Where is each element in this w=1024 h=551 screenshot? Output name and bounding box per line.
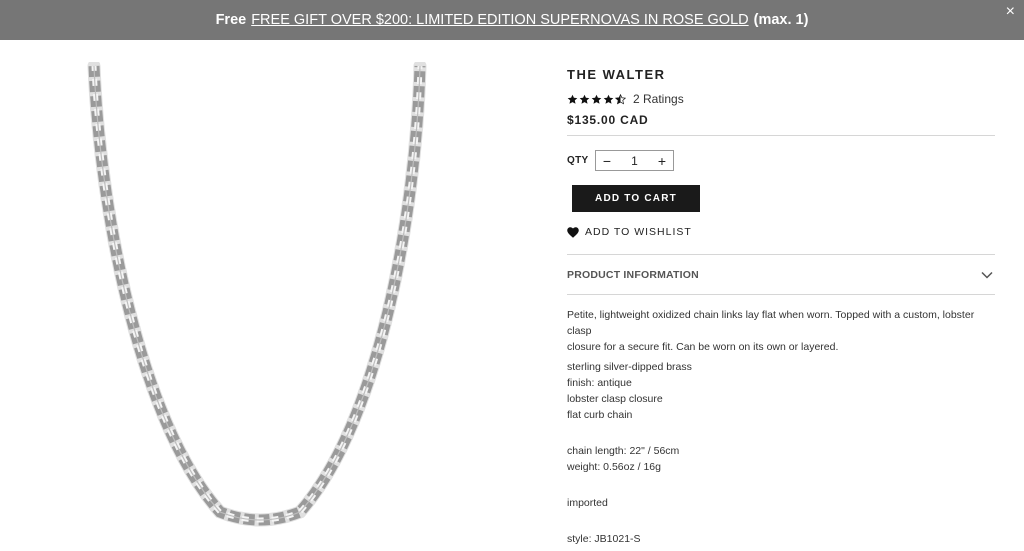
spec-line: sterling silver-dipped brass xyxy=(567,361,692,373)
star-icon xyxy=(591,94,602,104)
product-information-label: PRODUCT INFORMATION xyxy=(567,269,699,281)
product-style-code: style: JB1021-S xyxy=(567,533,641,545)
divider xyxy=(567,294,995,295)
divider xyxy=(567,135,995,136)
add-to-wishlist-button[interactable]: ADD TO WISHLIST xyxy=(567,226,692,238)
description-line: closure for a secure fit. Can be worn on… xyxy=(567,341,839,353)
spec-line: finish: antique xyxy=(567,377,632,389)
product-information-toggle[interactable]: PRODUCT INFORMATION xyxy=(567,256,995,294)
promo-bar: Free FREE GIFT OVER $200: LIMITED EDITIO… xyxy=(0,0,1024,40)
qty-increase-button[interactable]: + xyxy=(655,154,669,168)
divider xyxy=(567,254,995,255)
product-specs: sterling silver-dipped brass finish: ant… xyxy=(567,359,995,423)
star-icon xyxy=(579,94,590,104)
promo-max-text: (max. 1) xyxy=(753,12,809,28)
spec-line: lobster clasp closure xyxy=(567,393,663,405)
product-title: THE WALTER xyxy=(567,67,666,82)
qty-decrease-button[interactable]: − xyxy=(600,154,614,168)
product-rating[interactable]: 2 Ratings xyxy=(567,92,684,106)
dimension-line: chain length: 22" / 56cm xyxy=(567,445,680,457)
close-icon[interactable]: × xyxy=(1006,3,1015,21)
star-icon xyxy=(603,94,614,104)
product-origin: imported xyxy=(567,497,608,509)
product-description: Petite, lightweight oxidized chain links… xyxy=(567,307,995,355)
star-half-icon xyxy=(615,93,626,104)
wishlist-label: ADD TO WISHLIST xyxy=(585,226,692,238)
add-to-cart-button[interactable]: ADD TO CART xyxy=(572,185,700,212)
qty-input[interactable]: 1 xyxy=(631,154,638,168)
promo-link[interactable]: FREE GIFT OVER $200: LIMITED EDITION SUP… xyxy=(251,12,748,28)
product-dimensions: chain length: 22" / 56cm weight: 0.56oz … xyxy=(567,443,995,475)
promo-free-label: Free xyxy=(215,12,247,28)
chevron-down-icon xyxy=(981,271,993,279)
quantity-stepper: − 1 + xyxy=(595,150,674,171)
dimension-line: weight: 0.56oz / 16g xyxy=(567,461,661,473)
qty-label: QTY xyxy=(567,155,589,166)
rating-count[interactable]: 2 Ratings xyxy=(633,92,684,106)
product-price: $135.00 CAD xyxy=(567,113,649,127)
product-image xyxy=(60,62,460,542)
heart-icon xyxy=(567,226,579,238)
rating-stars xyxy=(567,93,626,105)
star-icon xyxy=(567,94,578,104)
description-line: Petite, lightweight oxidized chain links… xyxy=(567,309,975,337)
spec-line: flat curb chain xyxy=(567,409,633,421)
